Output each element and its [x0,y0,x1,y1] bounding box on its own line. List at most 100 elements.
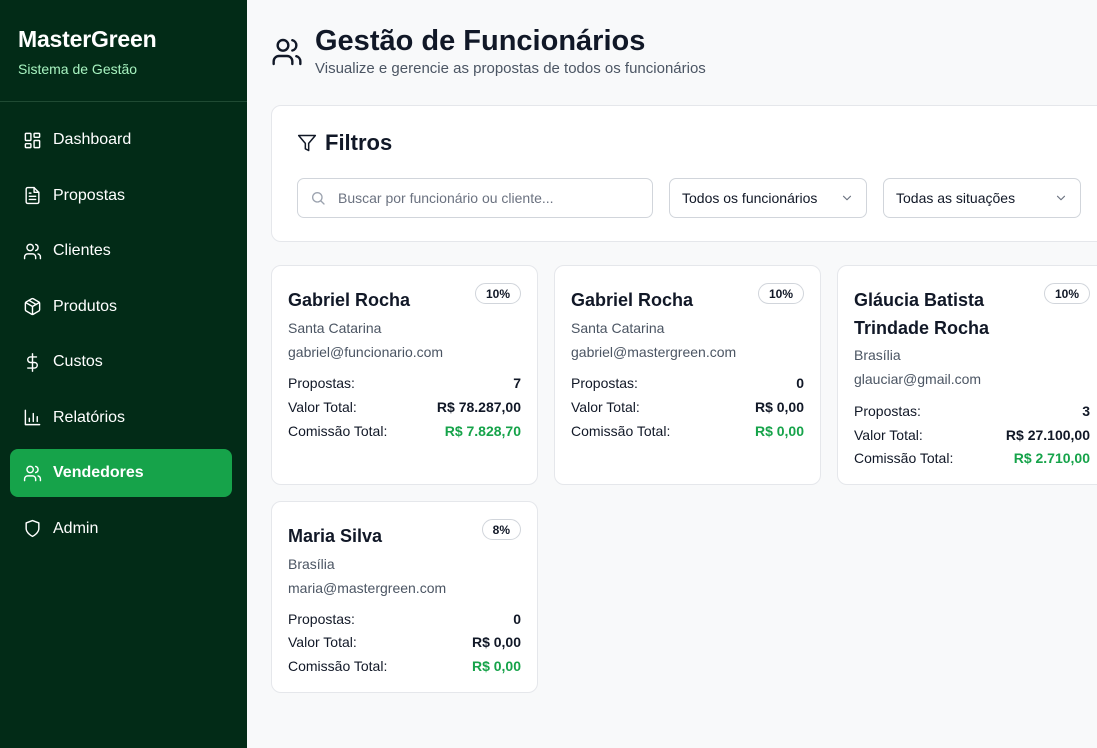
search-field[interactable] [297,178,653,218]
total-commission: R$ 2.710,00 [1013,450,1090,466]
sidebar-item-label: Produtos [53,297,118,315]
total-value-row: Valor Total: R$ 27.100,00 [854,427,1090,443]
page-header: Gestão de Funcionários Visualize e geren… [271,24,706,77]
file-text-icon [22,186,42,206]
sidebar-item-label: Admin [53,519,99,537]
employee-name: Gláucia Batista Trindade Rocha [854,290,990,338]
total-value-row: Valor Total: R$ 78.287,00 [288,399,521,415]
commission-rate-badge: 10% [474,283,521,304]
total-value: R$ 0,00 [754,399,804,415]
package-icon [22,297,42,317]
employee-email: glauciar@gmail.com [854,371,982,387]
employee-name: Maria Silva [288,526,383,546]
total-value-label: Valor Total: [854,427,923,443]
employee-region: Santa Catarina [571,320,665,336]
commission-rate-badge: 10% [757,283,804,304]
status-select[interactable]: Todas as situações [883,178,1081,218]
filters-header: Filtros [297,130,392,156]
proposals-row: Propostas: 0 [288,611,521,627]
filters-title: Filtros [325,130,393,155]
proposals-value: 3 [1082,403,1090,419]
sidebar-item-produtos[interactable]: Produtos [10,283,232,331]
sidebar-item-label: Vendedores [53,464,144,481]
employee-region: Brasília [854,347,901,363]
sidebar-item-dashboard[interactable]: Dashboard [10,116,232,164]
chevron-down-icon [842,195,852,201]
proposals-row: Propostas: 3 [854,403,1090,419]
sidebar-item-clientes[interactable]: Clientes [10,227,232,275]
total-value-label: Valor Total: [288,399,357,415]
total-commission: R$ 7.828,70 [444,423,521,439]
sidebar-item-relatorios[interactable]: Relatórios [10,394,232,442]
page-title: Gestão de Funcionários [315,25,646,57]
sidebar-item-label: Relatórios [53,408,126,426]
dollar-icon [22,352,42,372]
total-commission-label: Comissão Total: [571,423,671,439]
total-commission-label: Comissão Total: [288,423,388,439]
total-commission: R$ 0,00 [471,658,521,674]
total-commission-label: Comissão Total: [854,450,954,466]
employee-select-value: Todos os funcionários [682,190,818,206]
total-commission-row: Comissão Total: R$ 2.710,00 [854,450,1090,466]
sidebar-item-label: Propostas [53,186,126,204]
sidebar-item-propostas[interactable]: Propostas [10,172,232,220]
sidebar: MasterGreen Sistema de Gestão Dashboard … [0,0,247,748]
total-value-label: Valor Total: [571,399,640,415]
status-select-value: Todas as situações [896,190,1016,206]
filters-panel: Filtros Todos os funcionários Todas as s… [271,105,1097,242]
proposals-value: 0 [513,611,521,627]
sidebar-item-label: Dashboard [53,131,132,148]
proposals-label: Propostas: [288,375,355,391]
employee-email: gabriel@funcionario.com [288,344,444,360]
users-icon [22,241,42,261]
employee-email: gabriel@mastergreen.com [571,344,737,360]
brand-title: MasterGreen [18,26,157,52]
total-commission-row: Comissão Total: R$ 0,00 [288,658,521,674]
sidebar-item-label: Custos [53,353,103,370]
users-icon [22,463,42,483]
employee-name: Gabriel Rocha [288,290,411,310]
total-value: R$ 78.287,00 [436,399,521,415]
employee-card[interactable]: Gabriel Rocha 10% Santa Catarina gabriel… [271,265,538,485]
employee-card[interactable]: Maria Silva 8% Brasília maria@mastergree… [271,501,538,693]
sidebar-item-custos[interactable]: Custos [10,338,232,386]
shield-icon [22,519,42,539]
employee-card[interactable]: Gabriel Rocha 10% Santa Catarina gabriel… [554,265,821,485]
employee-name: Gabriel Rocha [571,290,694,310]
sidebar-item-admin[interactable]: Admin [10,505,232,553]
employee-select[interactable]: Todos os funcionários [669,178,867,218]
dashboard-icon [22,130,42,150]
filter-icon [297,134,317,152]
users-icon [271,36,303,68]
proposals-row: Propostas: 0 [571,375,804,391]
total-value: R$ 27.100,00 [1005,427,1090,443]
proposals-value: 7 [513,375,521,391]
total-value-row: Valor Total: R$ 0,00 [288,634,521,650]
total-value-label: Valor Total: [288,634,357,650]
proposals-value: 0 [796,375,804,391]
employee-region: Santa Catarina [288,320,382,336]
brand-subtitle: Sistema de Gestão [18,61,138,77]
page-subtitle: Visualize e gerencie as propostas de tod… [315,60,706,77]
chevron-down-icon [1056,195,1066,201]
bar-chart-icon [22,408,42,428]
search-icon [312,192,325,205]
sidebar-item-vendedores[interactable]: Vendedores [10,449,232,497]
employee-region: Brasília [288,556,335,572]
sidebar-nav: Dashboard Propostas Clientes Produtos Cu… [0,102,247,553]
employee-card[interactable]: Gláucia Batista Trindade Rocha 10% Brasí… [837,265,1097,485]
commission-rate-badge: 8% [481,519,521,540]
sidebar-item-label: Clientes [53,242,111,259]
commission-rate-badge: 10% [1043,283,1090,304]
total-commission: R$ 0,00 [754,423,804,439]
total-commission-label: Comissão Total: [288,658,388,674]
total-value: R$ 0,00 [471,634,521,650]
main-content: Gestão de Funcionários Visualize e geren… [247,0,1097,748]
total-commission-row: Comissão Total: R$ 7.828,70 [288,423,521,439]
search-input[interactable] [338,190,638,206]
proposals-label: Propostas: [854,403,921,419]
proposals-label: Propostas: [288,611,355,627]
employee-email: maria@mastergreen.com [288,580,447,596]
total-value-row: Valor Total: R$ 0,00 [571,399,804,415]
proposals-label: Propostas: [571,375,638,391]
